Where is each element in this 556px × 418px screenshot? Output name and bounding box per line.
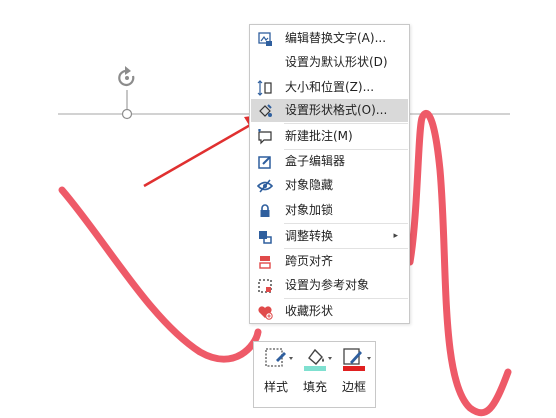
menu-item-label: 盒子编辑器 bbox=[285, 154, 346, 168]
submenu-arrow-icon: ▸ bbox=[393, 231, 398, 241]
menu-item-box-editor[interactable]: 盒子编辑器 bbox=[251, 150, 408, 173]
new-comment-icon bbox=[256, 128, 273, 145]
alt-text-icon bbox=[256, 30, 273, 47]
hide-object-icon bbox=[256, 177, 273, 194]
menu-item-new-comment[interactable]: 新建批注(M) bbox=[251, 125, 408, 148]
adjust-convert-icon bbox=[256, 228, 273, 245]
menu-item-label: 设置形状格式(O)... bbox=[285, 103, 388, 117]
menu-separator bbox=[284, 223, 408, 224]
menu-item-label: 设置为默认形状(D) bbox=[285, 55, 388, 69]
selection-handle[interactable] bbox=[121, 108, 133, 120]
menu-item-label: 对象加锁 bbox=[285, 203, 334, 217]
menu-item-label: 设置为参考对象 bbox=[285, 278, 370, 292]
menu-item-size-position[interactable]: 大小和位置(Z)... bbox=[251, 76, 408, 99]
menu-item-edit-alt-text[interactable]: 编辑替换文字(A)... bbox=[251, 27, 408, 50]
style-icon bbox=[262, 346, 294, 372]
menu-item-format-shape[interactable]: 设置形状格式(O)... bbox=[251, 99, 408, 122]
border-button[interactable]: 边框 bbox=[335, 342, 373, 407]
menu-item-label: 跨页对齐 bbox=[285, 254, 334, 268]
style-button[interactable]: 样式 bbox=[257, 342, 295, 407]
menu-item-label: 收藏形状 bbox=[285, 304, 334, 318]
box-editor-icon bbox=[256, 153, 273, 170]
border-pen-icon bbox=[340, 346, 372, 372]
menu-item-label: 大小和位置(Z)... bbox=[285, 80, 375, 94]
mini-toolbar: 样式 填充 边框 bbox=[253, 341, 376, 408]
mini-toolbar-label: 样式 bbox=[263, 380, 288, 394]
menu-item-hide-object[interactable]: 对象隐藏 bbox=[251, 174, 408, 197]
mini-toolbar-label: 填充 bbox=[302, 380, 327, 394]
menu-item-set-default-shape[interactable]: 设置为默认形状(D) bbox=[251, 51, 408, 74]
menu-item-cross-page-align[interactable]: 跨页对齐 bbox=[251, 250, 408, 273]
document-canvas: 编辑替换文字(A)... 设置为默认形状(D) 大小和位置(Z)... 设置形状… bbox=[0, 0, 556, 418]
lock-icon bbox=[256, 202, 273, 219]
menu-separator bbox=[284, 248, 408, 249]
mini-toolbar-label: 边框 bbox=[341, 380, 366, 394]
menu-item-label: 调整转换 bbox=[285, 229, 334, 243]
rotation-handle-icon[interactable] bbox=[118, 66, 135, 87]
menu-separator bbox=[284, 298, 408, 299]
size-position-icon bbox=[256, 79, 273, 96]
menu-item-label: 编辑替换文字(A)... bbox=[285, 31, 387, 45]
menu-item-set-reference-object[interactable]: 设置为参考对象 bbox=[251, 274, 408, 297]
fill-button[interactable]: 填充 bbox=[296, 342, 334, 407]
menu-item-favorite-shape[interactable]: 收藏形状 bbox=[251, 300, 408, 323]
context-menu: 编辑替换文字(A)... 设置为默认形状(D) 大小和位置(Z)... 设置形状… bbox=[249, 24, 410, 324]
reference-object-icon bbox=[256, 277, 273, 294]
menu-item-label: 新建批注(M) bbox=[285, 129, 353, 143]
cross-page-align-icon bbox=[256, 253, 273, 270]
favorite-shape-icon bbox=[256, 303, 273, 320]
menu-item-label: 对象隐藏 bbox=[285, 178, 334, 192]
menu-separator bbox=[284, 123, 408, 124]
menu-item-adjust-convert[interactable]: 调整转换 ▸ bbox=[251, 225, 408, 248]
format-shape-icon bbox=[256, 102, 273, 119]
menu-item-lock-object[interactable]: 对象加锁 bbox=[251, 199, 408, 222]
fill-bucket-icon bbox=[301, 346, 333, 372]
